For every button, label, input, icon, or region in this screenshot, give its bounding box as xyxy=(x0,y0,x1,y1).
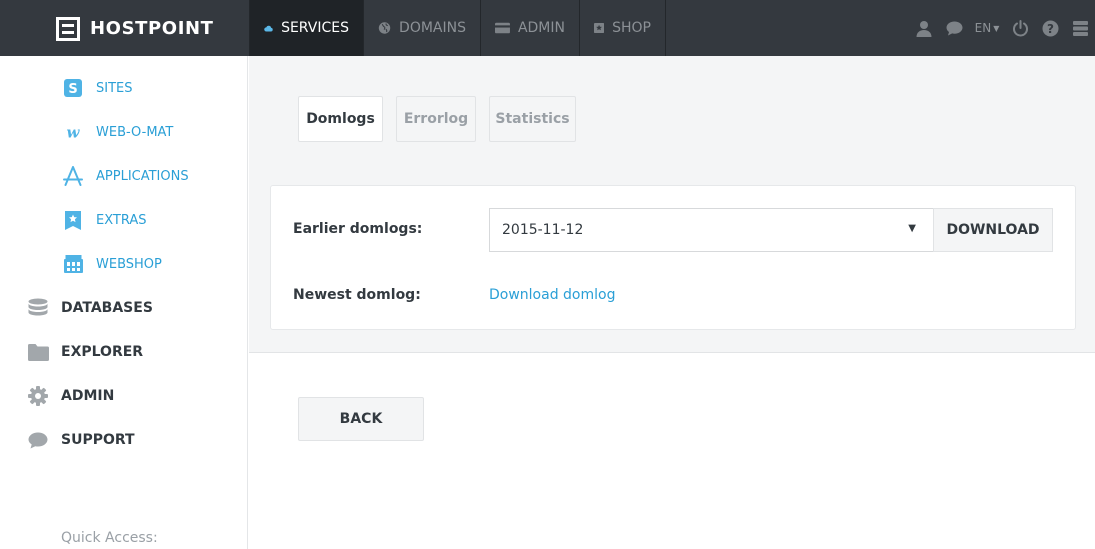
earlier-domlogs-label: Earlier domlogs: xyxy=(293,221,423,237)
download-domlog-link[interactable]: Download domlog xyxy=(489,287,615,303)
chat-icon[interactable] xyxy=(939,0,969,56)
nav-services-label: SERVICES xyxy=(281,20,349,36)
sidebar-item-webshop[interactable]: WEBSHOP xyxy=(62,252,162,276)
svg-text:?: ? xyxy=(1047,21,1054,35)
svg-text:w: w xyxy=(67,125,81,139)
sidebar: S SITES w WEB-O-MAT APPLICATIONS EXTRAS … xyxy=(0,56,248,549)
folder-icon xyxy=(27,341,49,363)
sidebar-item-web-o-mat[interactable]: w WEB-O-MAT xyxy=(62,120,174,144)
language-selector[interactable]: EN ▼ xyxy=(969,0,1005,56)
nav-services[interactable]: SERVICES xyxy=(249,0,363,56)
sidebar-item-label: WEBSHOP xyxy=(96,256,162,272)
power-icon[interactable] xyxy=(1005,0,1035,56)
sidebar-item-sites[interactable]: S SITES xyxy=(62,76,133,100)
sidebar-item-label: APPLICATIONS xyxy=(96,168,189,184)
sites-icon: S xyxy=(62,77,84,99)
tab-statistics[interactable]: Statistics xyxy=(489,96,576,142)
sidebar-item-databases[interactable]: DATABASES xyxy=(27,295,153,321)
newest-domlog-label: Newest domlog: xyxy=(293,287,421,303)
selected-date: 2015-11-12 xyxy=(502,222,584,238)
sidebar-item-label: SITES xyxy=(96,80,133,96)
sidebar-item-label: EXPLORER xyxy=(61,344,144,360)
top-navigation-bar: HOSTPOINT SERVICES DOMAINS ADMIN SHOP EN… xyxy=(0,0,1095,56)
language-label: EN xyxy=(974,21,992,35)
domlog-date-select[interactable]: 2015-11-12 ▼ xyxy=(489,208,934,252)
sidebar-item-explorer[interactable]: EXPLORER xyxy=(27,339,143,365)
server-icon[interactable] xyxy=(1065,0,1095,56)
sidebar-item-label: SUPPORT xyxy=(61,432,135,448)
sidebar-item-label: WEB-O-MAT xyxy=(96,124,174,140)
download-button[interactable]: DOWNLOAD xyxy=(933,208,1053,252)
svg-text:S: S xyxy=(68,82,77,97)
sidebar-item-label: EXTRAS xyxy=(96,212,147,228)
domlogs-card: Earlier domlogs: 2015-11-12 ▼ DOWNLOAD N… xyxy=(270,185,1076,330)
nav-shop-label: SHOP xyxy=(612,20,651,36)
top-icon-group: EN ▼ ? xyxy=(909,0,1095,56)
back-button[interactable]: BACK xyxy=(298,397,424,441)
main-nav: SERVICES DOMAINS ADMIN SHOP xyxy=(249,0,666,56)
sidebar-item-label: ADMIN xyxy=(61,388,115,404)
star-box-icon xyxy=(594,22,605,34)
sidebar-item-admin[interactable]: ADMIN xyxy=(27,383,114,409)
sidebar-item-applications[interactable]: APPLICATIONS xyxy=(62,164,189,188)
tab-errorlog[interactable]: Errorlog xyxy=(396,96,476,142)
nav-shop[interactable]: SHOP xyxy=(579,0,666,56)
nav-domains-label: DOMAINS xyxy=(399,20,466,36)
credit-card-icon xyxy=(495,22,510,34)
dropdown-arrow-icon: ▼ xyxy=(908,223,916,234)
sidebar-item-support[interactable]: SUPPORT xyxy=(27,427,135,453)
domlogs-panel: Domlogs Errorlog Statistics Earlier doml… xyxy=(249,56,1095,353)
help-icon[interactable]: ? xyxy=(1035,0,1065,56)
user-icon[interactable] xyxy=(909,0,939,56)
webshop-icon xyxy=(62,253,84,275)
sidebar-item-extras[interactable]: EXTRAS xyxy=(62,208,146,232)
nav-domains[interactable]: DOMAINS xyxy=(363,0,480,56)
sidebar-item-label: DATABASES xyxy=(61,300,153,316)
brand-name: HOSTPOINT xyxy=(90,18,214,39)
quick-access-label: Quick Access: xyxy=(61,530,158,546)
caret-down-icon: ▼ xyxy=(993,23,1000,33)
hostpoint-logo[interactable]: HOSTPOINT xyxy=(56,16,214,41)
applications-icon xyxy=(62,165,84,187)
extras-icon xyxy=(62,209,84,231)
gear-icon xyxy=(27,385,49,407)
nav-admin-label: ADMIN xyxy=(517,20,565,36)
chat-icon xyxy=(27,429,49,451)
nav-admin[interactable]: ADMIN xyxy=(480,0,579,56)
globe-icon xyxy=(378,22,391,34)
hostpoint-logo-icon xyxy=(56,16,80,41)
tab-domlogs[interactable]: Domlogs xyxy=(298,96,383,142)
cloud-icon xyxy=(264,25,273,32)
database-icon xyxy=(27,297,49,319)
web-o-mat-icon: w xyxy=(62,121,84,143)
